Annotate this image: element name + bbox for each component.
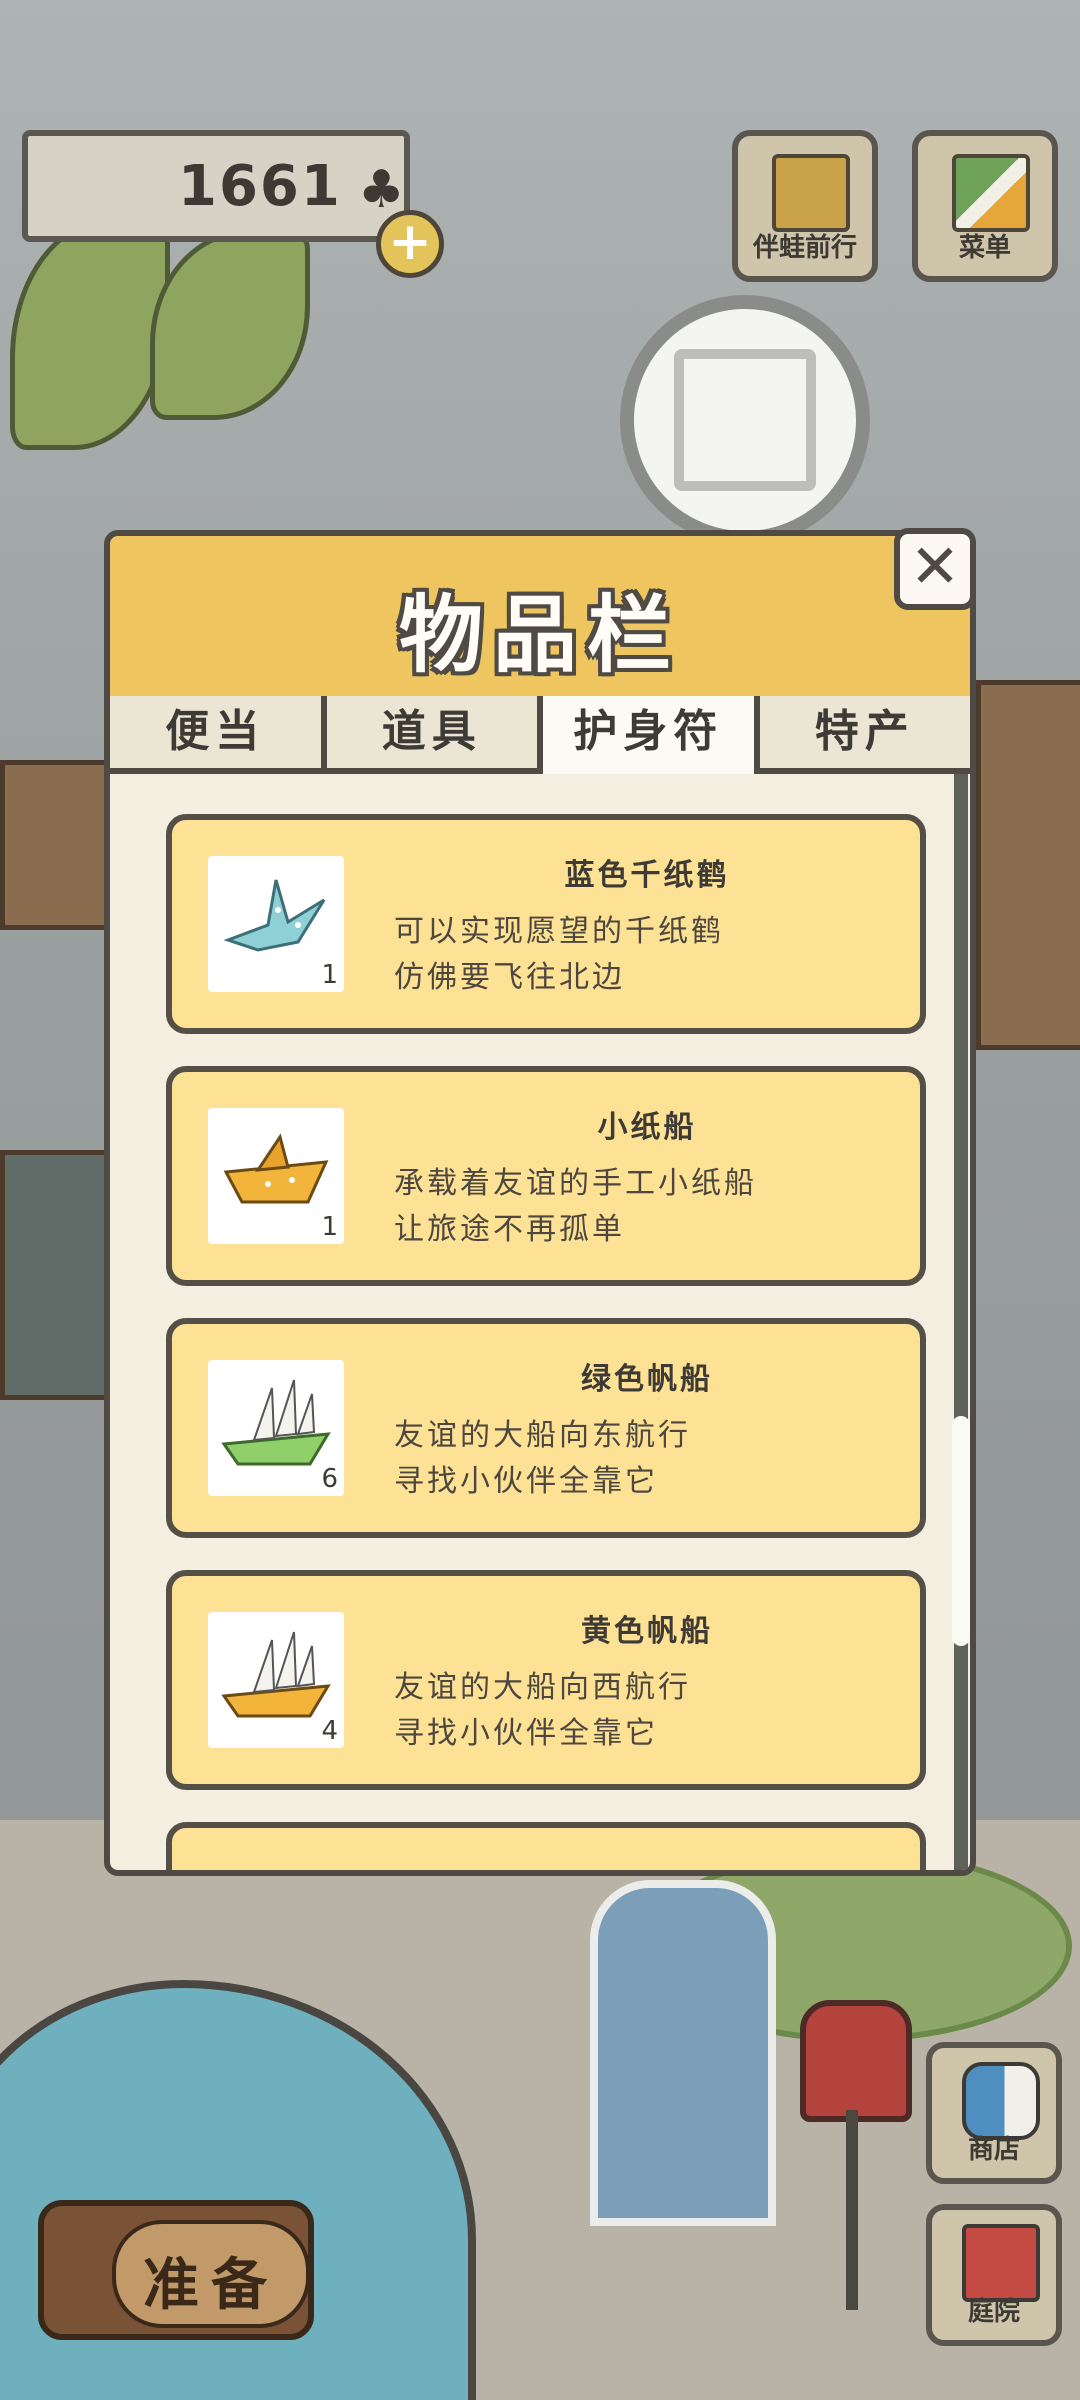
shop-button[interactable]: 商店 [926,2042,1062,2184]
item-name: 蓝色千纸鹤 [564,858,730,893]
tab-specialties[interactable]: 特产 [759,696,970,774]
item-thumbnail: 6 [208,1360,344,1496]
prepare-button[interactable]: 准备 [38,2200,314,2340]
left-shelf [0,760,120,930]
add-clover-button[interactable]: + [376,210,444,278]
prepare-plaque: 准备 [112,2220,310,2328]
folding-screen [590,1880,776,2226]
scrollbar-thumb[interactable] [952,1416,970,1646]
menu-button[interactable]: 菜单 [912,130,1058,282]
lantern [800,2000,912,2122]
leaf-decoration [10,220,170,450]
left-table [0,1150,110,1400]
item-description: 寻找小伙伴全靠它 [394,1716,658,1751]
shop-label: 商店 [967,2135,1020,2165]
item-thumbnail: 4 [208,1612,344,1748]
item-description: 友谊的大船向东航行 [394,1418,691,1453]
item-count: 1 [321,1212,338,1242]
round-window [620,295,870,545]
tab-charms[interactable]: 护身符 [543,696,760,774]
clover-counter: 1661 ♣ [22,130,410,242]
list-item[interactable] [166,1822,926,1870]
inventory-panel: 物品栏 便当 道具 护身符 特产 1 蓝色千纸鹤 可以实现愿望的千纸鹤 仿佛要飞… [104,530,976,1876]
leaf-decoration [150,230,310,420]
green-sailboat-icon [221,1379,331,1466]
item-description: 友谊的大船向西航行 [394,1670,691,1705]
inventory-tabs: 便当 道具 护身符 特产 [110,696,970,774]
item-count: 6 [321,1464,338,1494]
menu-cards-icon [952,154,1030,232]
list-item[interactable]: 4 黄色帆船 友谊的大船向西航行 寻找小伙伴全靠它 [166,1570,926,1790]
item-count: 4 [321,1716,338,1746]
frog-photo-icon [772,154,850,232]
close-button[interactable]: ✕ [894,528,976,610]
item-description: 可以实现愿望的千纸鹤 [394,914,724,949]
scrollbar-track[interactable] [954,774,968,1870]
list-item[interactable]: 6 绿色帆船 友谊的大船向东航行 寻找小伙伴全靠它 [166,1318,926,1538]
yard-label: 庭院 [967,2297,1020,2327]
yard-button[interactable]: 庭院 [926,2204,1062,2346]
item-description: 寻找小伙伴全靠它 [394,1464,658,1499]
travel-with-frog-button[interactable]: 伴蛙前行 [732,130,878,282]
inventory-title: 物品栏 [398,586,681,684]
list-item[interactable]: 1 小纸船 承载着友谊的手工小纸船 让旅途不再孤单 [166,1066,926,1286]
paper-boat-icon [223,1133,329,1204]
item-thumbnail: 1 [208,1108,344,1244]
item-count: 1 [321,960,338,990]
right-shelf [976,680,1080,1050]
list-item[interactable]: 1 蓝色千纸鹤 可以实现愿望的千纸鹤 仿佛要飞往北边 [166,814,926,1034]
item-description: 让旅途不再孤单 [394,1212,625,1247]
item-list[interactable]: 1 蓝色千纸鹤 可以实现愿望的千纸鹤 仿佛要飞往北边 1 小纸船 承载着友谊的手… [110,774,970,1870]
item-description: 承载着友谊的手工小纸船 [394,1166,757,1201]
item-description: 仿佛要飞往北边 [394,960,625,995]
travel-with-frog-label: 伴蛙前行 [752,233,857,263]
clover-count: 1661 [178,154,342,219]
menu-label: 菜单 [958,233,1011,263]
item-name: 小纸船 [597,1110,697,1145]
prepare-label: 准备 [143,2253,279,2318]
item-name: 绿色帆船 [581,1362,713,1397]
yellow-sailboat-icon [221,1631,331,1718]
blue-paper-crane-icon [223,879,326,952]
tab-tools[interactable]: 道具 [326,696,543,774]
item-thumbnail: 1 [208,856,344,992]
tab-bento[interactable]: 便当 [110,696,327,774]
inventory-header: 物品栏 [110,536,970,702]
lantern-pole [846,2110,858,2310]
item-name: 黄色帆船 [581,1614,713,1649]
